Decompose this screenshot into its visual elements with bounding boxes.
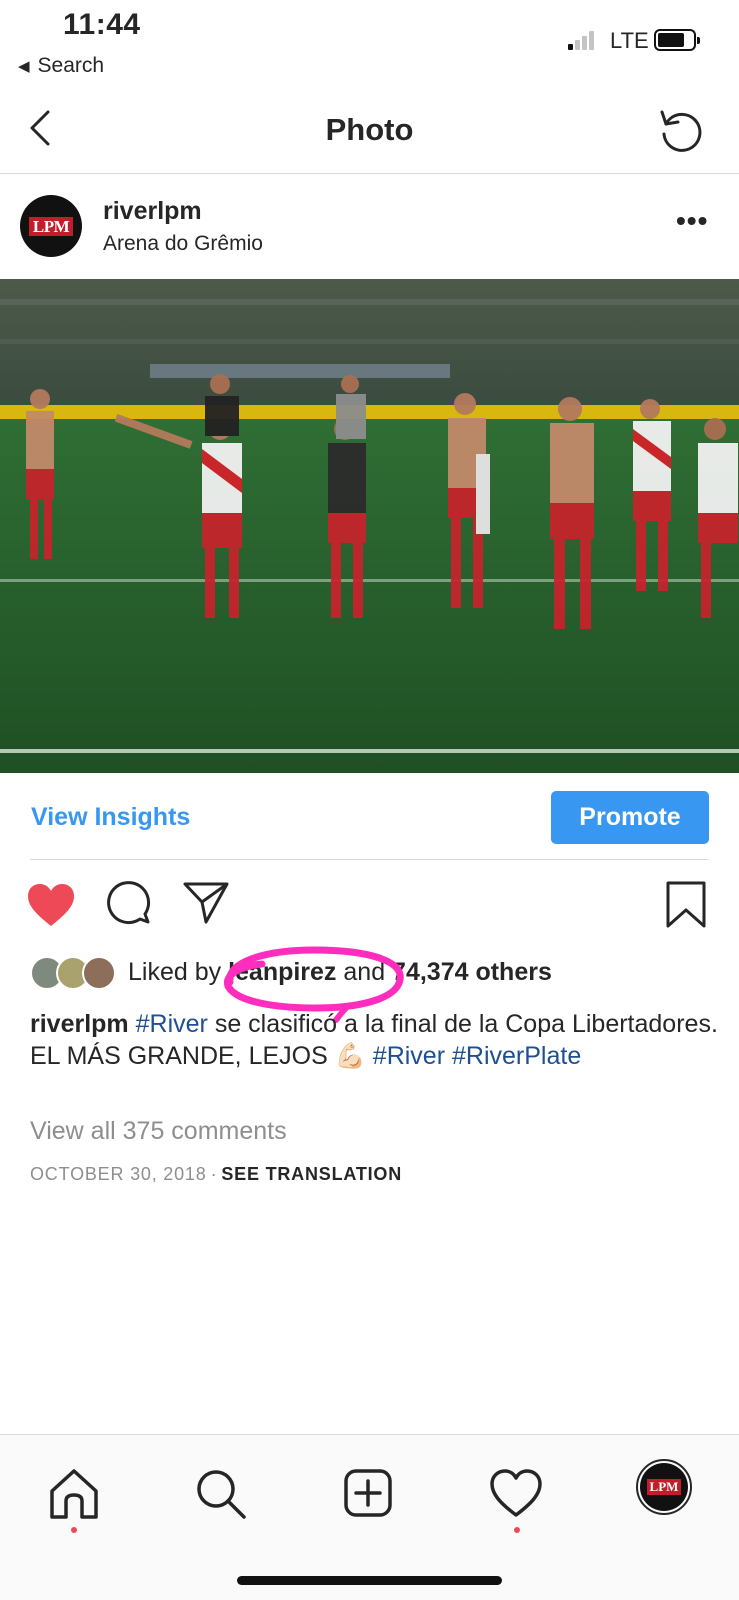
nav-bar: Photo — [0, 88, 739, 174]
post-photo[interactable] — [0, 279, 739, 773]
home-icon[interactable] — [44, 1463, 104, 1523]
back-app-label: Search — [37, 54, 105, 77]
liked-by-prefix: Liked by — [128, 958, 229, 986]
post-location[interactable]: Arena do Grêmio — [103, 232, 263, 256]
avatar-logo: LPM — [28, 216, 74, 236]
activity-heart-icon[interactable] — [486, 1463, 546, 1523]
share-icon[interactable] — [182, 880, 230, 926]
likes-row: Liked by leanpirez and 74,374 others — [30, 946, 730, 1023]
battery-icon — [654, 29, 700, 51]
heart-filled-icon[interactable] — [26, 882, 76, 928]
back-to-search-link[interactable]: ◀ Search — [18, 54, 104, 78]
post-username[interactable]: riverlpm — [103, 197, 202, 226]
caption-username[interactable]: riverlpm — [30, 1010, 129, 1038]
liker-avatar[interactable] — [82, 956, 116, 990]
back-triangle-icon: ◀ — [18, 58, 30, 75]
hashtag-river-2[interactable]: #River — [373, 1042, 445, 1070]
activity-notification-dot — [514, 1527, 520, 1533]
view-all-comments-link[interactable]: View all 375 comments — [30, 1117, 287, 1146]
meta-separator: · — [210, 1164, 218, 1184]
hashtag-riverplate[interactable]: #RiverPlate — [452, 1042, 581, 1070]
search-icon[interactable] — [190, 1463, 250, 1523]
post-meta: OCTOBER 30, 2018 · SEE TRANSLATION — [30, 1164, 402, 1185]
comment-icon[interactable] — [106, 880, 152, 926]
likes-count[interactable]: 74,374 others — [392, 958, 552, 986]
football-celebration-image — [0, 279, 739, 773]
more-options-icon[interactable]: ••• — [676, 205, 708, 237]
avatar[interactable]: LPM — [20, 195, 82, 257]
signal-icon — [568, 30, 602, 50]
bookmark-icon[interactable] — [664, 880, 708, 930]
view-insights-link[interactable]: View Insights — [31, 803, 190, 832]
promote-button[interactable]: Promote — [551, 791, 709, 844]
post-date: OCTOBER 30, 2018 — [30, 1164, 207, 1184]
see-translation-link[interactable]: SEE TRANSLATION — [221, 1164, 402, 1184]
network-type: LTE — [610, 28, 649, 53]
profile-tab-avatar[interactable]: LPM — [636, 1459, 692, 1515]
post-caption: riverlpm #River se clasificó a la final … — [30, 1008, 720, 1072]
post-header: LPM riverlpm Arena do Grêmio ••• — [0, 175, 739, 279]
hashtag-river[interactable]: #River — [136, 1010, 208, 1038]
status-bar: 11:44 ◀ Search LTE — [0, 0, 739, 88]
status-time: 11:44 — [63, 8, 141, 41]
new-post-icon[interactable] — [338, 1463, 398, 1523]
page-title: Photo — [325, 112, 414, 147]
post-actions — [0, 876, 739, 936]
refresh-icon[interactable] — [656, 104, 708, 156]
insights-bar: View Insights Promote — [30, 776, 709, 860]
home-notification-dot — [71, 1527, 77, 1533]
home-indicator[interactable] — [237, 1576, 502, 1585]
profile-avatar-logo: LPM — [646, 1479, 682, 1495]
profile-avatar-inner: LPM — [640, 1463, 688, 1511]
